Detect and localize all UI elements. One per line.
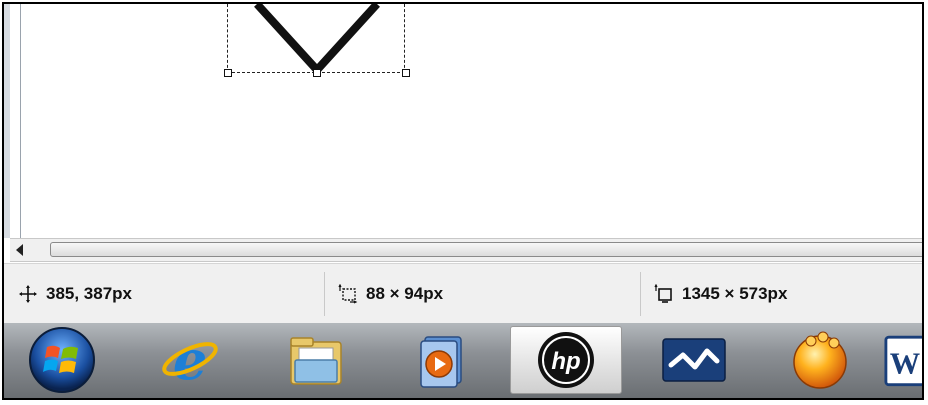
selection-box[interactable] <box>227 4 405 73</box>
svg-text:hp: hp <box>551 348 580 375</box>
paint-window: 385, 387px 88 × 94px 1345 × 573px e hp W <box>2 2 924 400</box>
word[interactable]: W <box>884 326 922 394</box>
svg-text:W: W <box>890 346 920 380</box>
folder-icon <box>290 337 342 385</box>
word-icon: W <box>884 335 922 387</box>
status-divider <box>324 272 325 316</box>
app-orange-ball[interactable] <box>764 326 876 394</box>
selection-handle-bottom-middle[interactable] <box>313 69 321 77</box>
selection-size-icon <box>338 284 358 304</box>
horizontal-scrollbar[interactable] <box>10 238 922 262</box>
internet-explorer[interactable]: e <box>134 326 246 394</box>
selection-size-value: 88 × 94px <box>366 284 444 303</box>
media-player-icon <box>420 336 462 388</box>
windows-taskbar: e hp W <box>4 323 922 398</box>
start-button[interactable] <box>14 326 110 394</box>
svg-text:e: e <box>173 329 207 391</box>
move-crosshair-icon <box>19 285 37 303</box>
windows-explorer[interactable] <box>260 326 372 394</box>
drawing-canvas[interactable] <box>20 4 922 238</box>
canvas-area[interactable] <box>4 4 922 238</box>
app-blue-wave[interactable] <box>638 326 750 394</box>
status-bar: 385, 387px 88 × 94px 1345 × 573px <box>4 263 922 323</box>
selection-size-status: 88 × 94px <box>338 264 443 324</box>
status-divider <box>640 272 641 316</box>
orange-ball-icon <box>793 331 847 389</box>
canvas-size-icon <box>654 284 672 303</box>
internet-explorer-icon: e <box>162 329 218 391</box>
image-size-status: 1345 × 573px <box>654 264 787 324</box>
cursor-position-status: 385, 387px <box>18 264 132 324</box>
media-player[interactable] <box>386 326 498 394</box>
hp-logo-icon: hp <box>538 332 594 388</box>
windows-orb-icon <box>29 327 95 393</box>
scrollbar-thumb[interactable] <box>50 242 922 257</box>
wave-app-icon <box>662 338 726 382</box>
scroll-left-arrow-icon[interactable] <box>16 244 23 256</box>
selection-handle-bottom-left[interactable] <box>224 69 232 77</box>
cursor-position-value: 385, 387px <box>46 284 133 303</box>
image-size-value: 1345 × 573px <box>682 284 788 303</box>
hp-app[interactable]: hp <box>510 326 622 394</box>
selection-handle-bottom-right[interactable] <box>402 69 410 77</box>
